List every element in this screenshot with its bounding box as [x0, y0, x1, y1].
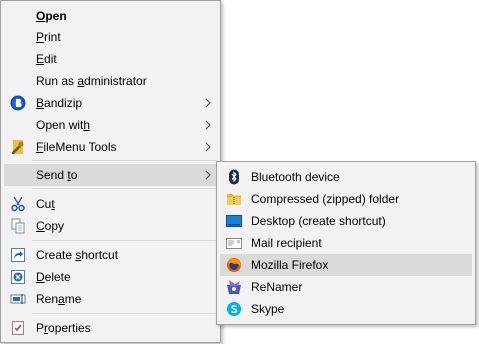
menu-item-copy[interactable]: Copy — [4, 215, 217, 237]
menu-item-label: Cut — [36, 197, 55, 211]
send-to-item-mail-recipient[interactable]: Mail recipient — [220, 232, 472, 254]
menu-item-label: Create shortcut — [36, 248, 119, 262]
menu-item-label: Delete — [36, 270, 71, 284]
send-to-item-label: Skype — [251, 302, 285, 316]
send-to-item-renamer[interactable]: ReNamer — [220, 276, 472, 298]
renamer-icon — [226, 279, 242, 295]
menu-item-label: Print — [36, 30, 61, 44]
send-to-item-desktop[interactable]: Desktop (create shortcut) — [220, 210, 472, 232]
menu-item-label: Copy — [36, 219, 65, 233]
send-to-item-bluetooth[interactable]: Bluetooth device — [220, 166, 472, 188]
menu-item-label: Rename — [36, 292, 82, 306]
properties-icon — [10, 320, 26, 336]
bluetooth-icon — [226, 169, 242, 185]
accelerator-key: F — [36, 140, 44, 154]
menu-item-edit[interactable]: Edit — [4, 48, 217, 70]
accelerator-key: s — [75, 248, 82, 262]
menu-item-label: Edit — [36, 52, 57, 66]
send-to-item-label: ReNamer — [251, 280, 303, 294]
accelerator-key: E — [36, 52, 45, 66]
accelerator-key: D — [36, 270, 45, 284]
send-to-item-compressed-folder[interactable]: Compressed (zipped) folder — [220, 188, 472, 210]
send-to-item-label: Compressed (zipped) folder — [251, 192, 400, 206]
copy-icon — [10, 218, 26, 234]
accelerator-key: C — [36, 219, 45, 233]
menu-item-print[interactable]: Print — [4, 26, 217, 48]
menu-item-delete[interactable]: Delete — [4, 266, 217, 288]
menu-item-properties[interactable]: Properties — [4, 317, 217, 339]
menu-item-filemenu-tools[interactable]: FileMenu Tools — [4, 136, 217, 158]
menu-item-send-to[interactable]: Send to — [4, 164, 217, 186]
send-to-item-mozilla-firefox[interactable]: Mozilla Firefox — [220, 254, 472, 276]
accelerator-key: a — [77, 74, 85, 88]
accelerator-key: B — [36, 96, 45, 110]
menu-item-label: Properties — [36, 321, 91, 335]
zip-folder-icon — [226, 191, 242, 207]
menu-item-create-shortcut[interactable]: Create shortcut — [4, 244, 217, 266]
chevron-right-icon — [205, 142, 211, 152]
chevron-right-icon — [205, 98, 211, 108]
menu-item-cut[interactable]: Cut — [4, 193, 217, 215]
chevron-right-icon — [205, 120, 211, 130]
send-to-item-label: Desktop (create shortcut) — [251, 214, 386, 228]
accelerator-key: a — [58, 292, 65, 306]
send-to-item-label: Bluetooth device — [251, 170, 340, 184]
accelerator-key: O — [36, 9, 46, 23]
filemenu-tools-icon — [10, 139, 26, 155]
send-to-item-label: Mozilla Firefox — [251, 258, 329, 272]
delete-icon — [10, 269, 26, 285]
shortcut-icon — [10, 247, 26, 263]
menu-separator — [32, 313, 217, 314]
accelerator-key: t — [51, 197, 55, 211]
desktop-icon — [226, 213, 242, 229]
accelerator-key: r — [44, 321, 49, 335]
menu-item-label: Bandizip — [36, 96, 83, 110]
scissors-icon — [10, 196, 26, 212]
menu-item-rename[interactable]: Rename — [4, 288, 217, 310]
menu-item-bandizip[interactable]: Bandizip — [4, 92, 217, 114]
send-to-item-skype[interactable]: Skype — [220, 298, 472, 320]
menu-item-label: Open with — [36, 118, 91, 132]
menu-item-open-with[interactable]: Open with — [4, 114, 217, 136]
menu-item-run-as-administrator[interactable]: Run as administrator — [4, 70, 217, 92]
accelerator-key: h — [83, 118, 91, 132]
menu-item-label: FileMenu Tools — [36, 140, 117, 154]
menu-item-label: Open — [36, 9, 67, 23]
menu-separator — [32, 188, 217, 189]
accelerator-key: t — [67, 168, 71, 182]
chevron-right-icon — [205, 170, 211, 180]
menu-item-label: Send to — [36, 168, 78, 182]
mail-icon — [226, 235, 242, 251]
context-menu: Open Print Edit Run as administrator Ban… — [0, 0, 221, 343]
accelerator-key: P — [36, 30, 45, 44]
menu-item-open[interactable]: Open — [4, 5, 217, 27]
bandizip-icon — [10, 95, 26, 111]
rename-icon — [10, 291, 26, 307]
menu-separator — [32, 240, 217, 241]
menu-item-label: Run as administrator — [36, 74, 147, 88]
skype-icon — [226, 301, 242, 317]
send-to-item-label: Mail recipient — [251, 236, 322, 250]
menu-separator — [32, 160, 217, 161]
firefox-icon — [226, 257, 242, 273]
send-to-submenu: Bluetooth device Compressed (zipped) fol… — [216, 161, 476, 325]
